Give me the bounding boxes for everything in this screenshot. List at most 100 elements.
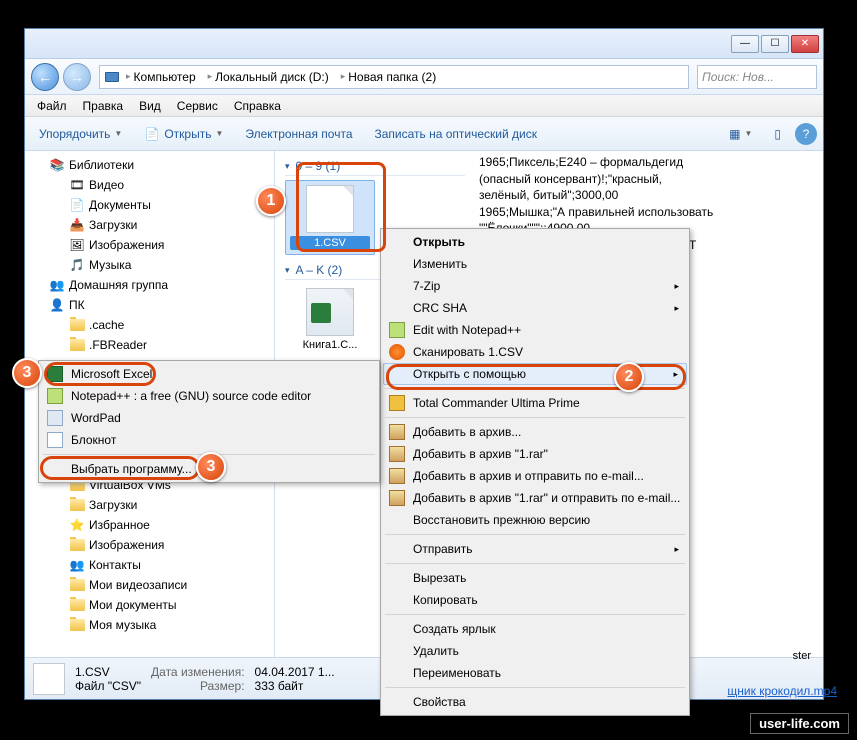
pictures-icon: 🖼 [69, 237, 85, 253]
crumb-drive[interactable]: ▸Локальный диск (D:) [202, 66, 335, 88]
ctx-copy[interactable]: Копировать [383, 589, 687, 611]
tree-pk[interactable]: 👤ПК [25, 295, 274, 315]
prog-notepadpp[interactable]: Notepad++ : a free (GNU) source code edi… [41, 385, 377, 407]
extra-text-ster: ster [793, 650, 811, 662]
tc-icon [389, 395, 405, 411]
ctx-send-to[interactable]: Отправить▸ [383, 538, 687, 560]
menu-view[interactable]: Вид [131, 99, 169, 113]
libraries-icon: 📚 [49, 157, 65, 173]
folder-icon [69, 337, 85, 353]
tree-mymusic[interactable]: Моя музыка [25, 615, 274, 635]
ctx-edit-npp[interactable]: Edit with Notepad++ [383, 319, 687, 341]
toolbar: Упорядочить▼ 📄Открыть▼ Электронная почта… [25, 117, 823, 151]
ctx-separator [385, 687, 685, 688]
email-button[interactable]: Электронная почта [237, 123, 360, 145]
csv-file-icon [306, 185, 354, 233]
open-button[interactable]: 📄Открыть▼ [136, 122, 231, 146]
tree-video[interactable]: 🎞Видео [25, 175, 274, 195]
ctx-7zip[interactable]: 7-Zip▸ [383, 275, 687, 297]
breadcrumb[interactable]: ▸Компьютер ▸Локальный диск (D:) ▸Новая п… [99, 65, 689, 89]
ctx-cut[interactable]: Вырезать [383, 567, 687, 589]
winrar-icon [389, 446, 405, 462]
tree-fbreader[interactable]: .FBReader [25, 335, 274, 355]
ctx-create-shortcut[interactable]: Создать ярлык [383, 618, 687, 640]
star-icon: ⭐ [69, 517, 85, 533]
file-icon: 📄 [144, 126, 160, 142]
tree-documents[interactable]: 📄Документы [25, 195, 274, 215]
ctx-scan[interactable]: Сканировать 1.CSV [383, 341, 687, 363]
preview-pane-button[interactable]: ▯ [766, 123, 789, 145]
burn-button[interactable]: Записать на оптический диск [367, 123, 546, 145]
ctx-rename[interactable]: Переименовать [383, 662, 687, 684]
view-button[interactable]: ▦▼ [721, 123, 760, 145]
tree-music[interactable]: 🎵Музыка [25, 255, 274, 275]
prog-notepad[interactable]: Блокнот [41, 429, 377, 451]
status-type: Файл "CSV" [75, 679, 141, 693]
prog-wordpad[interactable]: WordPad [41, 407, 377, 429]
menu-edit[interactable]: Правка [75, 99, 132, 113]
crumb-folder[interactable]: ▸Новая папка (2) [335, 66, 442, 88]
ctx-archive-1rar-email[interactable]: Добавить в архив "1.rar" и отправить по … [383, 487, 687, 509]
excel-icon [47, 366, 63, 382]
menu-file[interactable]: Файл [29, 99, 75, 113]
extra-link[interactable]: щник крокодил.mp4 [727, 684, 837, 698]
back-button[interactable]: ← [31, 63, 59, 91]
downloads-icon: 📥 [69, 217, 85, 233]
user-icon: 👤 [49, 297, 65, 313]
music-icon: 🎵 [69, 257, 85, 273]
ctx-total-commander[interactable]: Total Commander Ultima Prime [383, 392, 687, 414]
ctx-edit[interactable]: Изменить [383, 253, 687, 275]
tree-pictures[interactable]: 🖼Изображения [25, 235, 274, 255]
maximize-button[interactable]: ☐ [761, 35, 789, 53]
ctx-restore[interactable]: Восстановить прежнюю версию [383, 509, 687, 531]
tree-libraries[interactable]: 📚Библиотеки [25, 155, 274, 175]
tree-mydocs[interactable]: Мои документы [25, 595, 274, 615]
menubar: Файл Правка Вид Сервис Справка [25, 95, 823, 117]
annotation-badge-1: 1 [256, 186, 286, 216]
ctx-add-archive-1rar[interactable]: Добавить в архив "1.rar" [383, 443, 687, 465]
tree-favorites[interactable]: ⭐Избранное [25, 515, 274, 535]
tree-downloads[interactable]: 📥Загрузки [25, 215, 274, 235]
file-name: Книга1.C... [289, 339, 371, 351]
search-box[interactable]: Поиск: Нов... [697, 65, 817, 89]
organize-button[interactable]: Упорядочить▼ [31, 123, 130, 145]
crumb-computer[interactable]: ▸Компьютер [120, 66, 202, 88]
ctx-add-archive[interactable]: Добавить в архив... [383, 421, 687, 443]
ctx-open[interactable]: Открыть [383, 231, 687, 253]
ctx-properties[interactable]: Свойства [383, 691, 687, 713]
ctx-archive-email[interactable]: Добавить в архив и отправить по e-mail..… [383, 465, 687, 487]
ctx-crc[interactable]: CRC SHA▸ [383, 297, 687, 319]
notepad-icon [47, 432, 63, 448]
tree-pictures2[interactable]: Изображения [25, 535, 274, 555]
menu-help[interactable]: Справка [226, 99, 289, 113]
close-button[interactable]: ✕ [791, 35, 819, 53]
group-header-09[interactable]: ▾0 – 9 (1) [285, 159, 465, 176]
help-button[interactable]: ? [795, 123, 817, 145]
minimize-button[interactable]: — [731, 35, 759, 53]
folder-icon [69, 617, 85, 633]
annotation-badge-3a: 3 [12, 358, 42, 388]
tree-myvideos[interactable]: Мои видеозаписи [25, 575, 274, 595]
file-name: 1.CSV [290, 236, 370, 250]
video-icon: 🎞 [69, 177, 85, 193]
annotation-badge-2: 2 [614, 362, 644, 392]
folder-icon [69, 577, 85, 593]
tree-homegroup[interactable]: 👥Домашняя группа [25, 275, 274, 295]
tree-cache[interactable]: .cache [25, 315, 274, 335]
annotation-badge-3b: 3 [196, 452, 226, 482]
tree-downloads2[interactable]: Загрузки [25, 495, 274, 515]
ctx-delete[interactable]: Удалить [383, 640, 687, 662]
file-item-kniga1[interactable]: Книга1.C... [285, 284, 375, 355]
titlebar: — ☐ ✕ [25, 29, 823, 59]
ctx-separator [385, 614, 685, 615]
winrar-icon [389, 490, 405, 506]
file-item-1csv[interactable]: 1.CSV [285, 180, 375, 255]
folder-icon [69, 597, 85, 613]
ctx-separator [385, 417, 685, 418]
prog-excel[interactable]: Microsoft Excel [41, 363, 377, 385]
forward-button[interactable]: → [63, 63, 91, 91]
menu-tools[interactable]: Сервис [169, 99, 226, 113]
computer-icon [104, 69, 120, 85]
tree-contacts[interactable]: 👥Контакты [25, 555, 274, 575]
ctx-separator [385, 534, 685, 535]
